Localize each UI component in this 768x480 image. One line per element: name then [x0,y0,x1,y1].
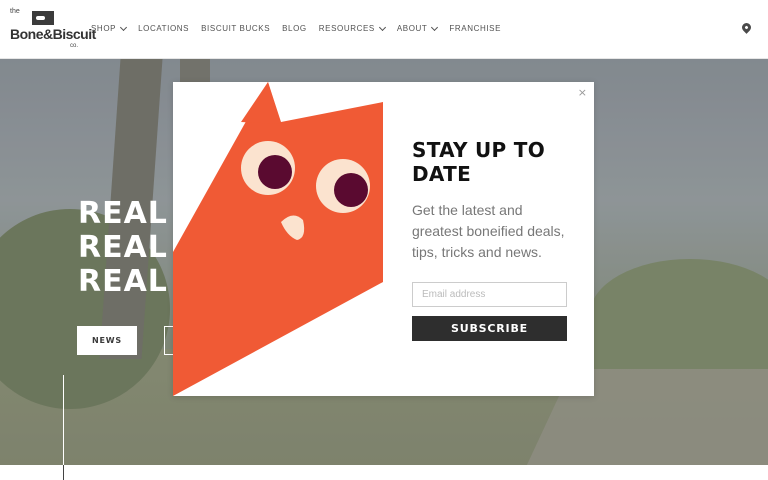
newsletter-modal: × STAY UP TO DATE Get the latest and gre… [173,82,594,396]
email-field[interactable] [412,282,567,307]
cat-eye-left-pupil [258,155,292,189]
cat-illustration-icon [173,82,383,396]
cat-body [173,82,383,396]
modal-description: Get the latest and greatest boneified de… [412,202,565,260]
subscribe-button[interactable]: SUBSCRIBE [412,316,567,341]
cat-ear-left [241,82,281,124]
cat-eye-right-pupil [334,173,368,207]
close-icon[interactable]: × [578,86,587,99]
modal-title: STAY UP TO DATE [412,138,546,186]
